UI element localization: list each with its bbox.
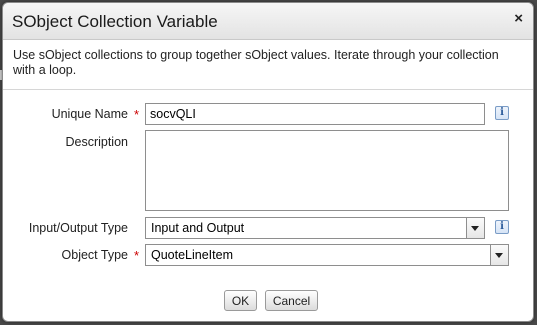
object-type-label: Object Type bbox=[61, 248, 128, 262]
io-type-select[interactable]: Input and Output bbox=[145, 217, 485, 239]
dialog-description: Use sObject collections to group togethe… bbox=[13, 48, 499, 77]
description-textarea[interactable] bbox=[145, 130, 509, 211]
object-type-required-icon: * bbox=[134, 248, 140, 263]
ok-button[interactable]: OK bbox=[224, 290, 257, 311]
unique-name-info-icon[interactable]: i bbox=[495, 106, 509, 120]
description-label: Description bbox=[65, 135, 128, 149]
cancel-button[interactable]: Cancel bbox=[265, 290, 318, 311]
dialog-title: SObject Collection Variable bbox=[12, 12, 218, 31]
sobject-collection-variable-dialog: SObject Collection Variable × Use sObjec… bbox=[2, 2, 534, 322]
object-type-value: QuoteLineItem bbox=[151, 248, 233, 262]
chevron-down-icon[interactable] bbox=[466, 218, 484, 238]
divider bbox=[3, 89, 533, 90]
io-type-info-icon[interactable]: i bbox=[495, 220, 509, 234]
io-type-value: Input and Output bbox=[151, 221, 245, 235]
chevron-down-icon[interactable] bbox=[490, 245, 508, 265]
io-type-label: Input/Output Type bbox=[28, 221, 128, 235]
close-icon[interactable]: × bbox=[514, 9, 523, 29]
object-type-select[interactable]: QuoteLineItem bbox=[145, 244, 509, 266]
unique-name-label: Unique Name bbox=[51, 107, 128, 121]
unique-name-required-icon: * bbox=[134, 107, 140, 122]
unique-name-input[interactable] bbox=[145, 103, 485, 125]
dialog-header: SObject Collection Variable × bbox=[3, 3, 533, 40]
